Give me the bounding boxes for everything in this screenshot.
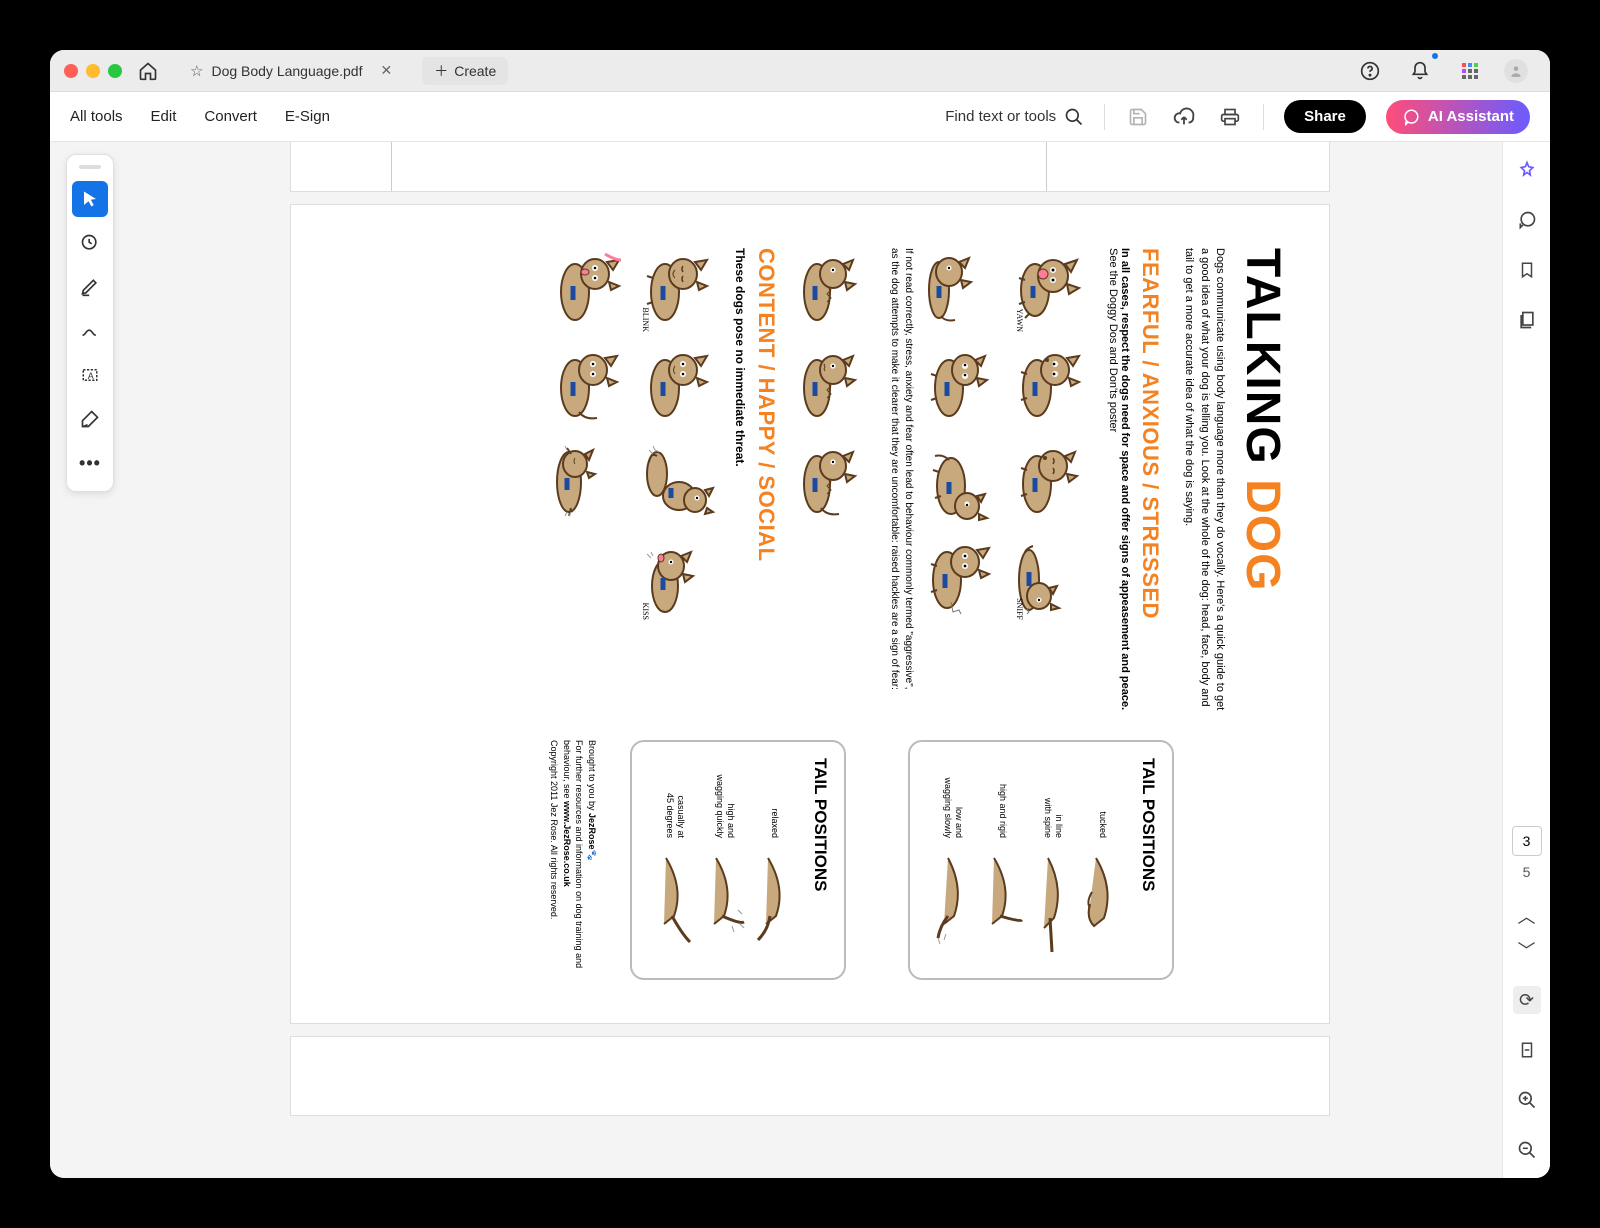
save-icon[interactable] (1125, 104, 1151, 130)
ai-chat-icon (1402, 108, 1420, 126)
panel-pages-icon[interactable] (1513, 306, 1541, 334)
page-content: TALKING DOG Dogs communicate using body … (290, 204, 1330, 1024)
close-window-button[interactable] (64, 64, 78, 78)
titlebar: ☆ Dog Body Language.pdf ✕ ＋ Create (50, 50, 1550, 92)
label-kiss: KISS (641, 603, 650, 620)
traffic-lights (64, 64, 122, 78)
notifications-icon[interactable] (1404, 55, 1436, 87)
plus-icon: ＋ (434, 61, 448, 81)
intro-text: Dogs communicate using body language mor… (1181, 248, 1227, 718)
create-button[interactable]: ＋ Create (422, 57, 508, 85)
find-label: Find text or tools (945, 108, 1056, 125)
right-rail: 3 5 ︿ ﹀ ⟳ (1502, 142, 1550, 1178)
panel-bookmark-icon[interactable] (1513, 256, 1541, 284)
happy-row-2 (553, 248, 633, 720)
page-down-button[interactable]: ﹀ (1513, 936, 1541, 964)
panel-comment-icon[interactable] (1513, 206, 1541, 234)
ai-assistant-button[interactable]: AI Assistant (1386, 100, 1530, 134)
main-area: A ••• 3 5 ︿ ﹀ ⟳ (50, 142, 1550, 1178)
fearful-caption: If not read correctly, stress, anxiety a… (887, 248, 915, 698)
profile-avatar[interactable] (1504, 59, 1528, 83)
document-viewport[interactable]: TALKING DOG Dogs communicate using body … (50, 142, 1550, 1178)
search-icon (1064, 107, 1084, 127)
tail-positions-happy: TAIL POSITIONS relaxed high and wagging … (630, 740, 846, 980)
pdf-page: TALKING DOG Dogs communicate using body … (290, 204, 1330, 1024)
maximize-window-button[interactable] (108, 64, 122, 78)
cloud-upload-icon[interactable] (1171, 104, 1197, 130)
select-tool[interactable] (72, 181, 108, 217)
next-page-edge (290, 1036, 1330, 1116)
draw-tool[interactable] (72, 313, 108, 349)
label-sniff: SNIFF (1015, 598, 1024, 620)
print-icon[interactable] (1217, 104, 1243, 130)
apps-icon[interactable] (1454, 55, 1486, 87)
page-current[interactable]: 3 (1512, 826, 1542, 856)
comment-tool[interactable] (72, 225, 108, 261)
highlight-tool[interactable] (72, 269, 108, 305)
label-blink: BLINK (641, 308, 650, 332)
help-icon[interactable] (1354, 55, 1386, 87)
menu-convert[interactable]: Convert (204, 108, 257, 125)
label-yawn: YAWN (1015, 309, 1024, 332)
toolbar: All tools Edit Convert E-Sign Find text … (50, 92, 1550, 142)
document-tab[interactable]: ☆ Dog Body Language.pdf ✕ (180, 58, 402, 84)
fearful-row-2 (927, 248, 1007, 720)
fearful-row-3 (797, 248, 877, 720)
tail-positions-stressed: TAIL POSITIONS tucked in line with spine… (908, 740, 1174, 980)
menu-all-tools[interactable]: All tools (70, 108, 123, 125)
prev-page-edge (290, 142, 1330, 192)
fit-width-icon[interactable] (1513, 1036, 1541, 1064)
section-fearful-note: In all cases, respect the dogs need for … (1107, 248, 1131, 718)
more-tools[interactable]: ••• (72, 445, 108, 481)
doc-title: TALKING DOG (1235, 248, 1290, 720)
menu-edit[interactable]: Edit (151, 108, 177, 125)
find-tool[interactable]: Find text or tools (945, 107, 1084, 127)
section-content-title: CONTENT / HAPPY / SOCIAL (753, 248, 779, 720)
tab-title: Dog Body Language.pdf (211, 63, 362, 79)
section-fearful-title: FEARFUL / ANXIOUS / STRESSED (1137, 248, 1163, 720)
share-button[interactable]: Share (1284, 100, 1366, 133)
credits: Brought to you by JezRose🐾 For further r… (548, 740, 598, 980)
zoom-in-icon[interactable] (1513, 1086, 1541, 1114)
menu-left: All tools Edit Convert E-Sign (70, 108, 330, 125)
section-content-sub: These dogs pose no immediate threat. (733, 248, 747, 720)
tail-title-1: TAIL POSITIONS (1138, 758, 1158, 962)
menu-esign[interactable]: E-Sign (285, 108, 330, 125)
home-button[interactable] (132, 55, 164, 87)
tail-title-2: TAIL POSITIONS (810, 758, 830, 962)
minimize-window-button[interactable] (86, 64, 100, 78)
svg-text:A: A (88, 371, 94, 381)
page-total: 5 (1523, 864, 1531, 880)
star-icon[interactable]: ☆ (190, 62, 203, 80)
happy-row-1: BLINK KISS (643, 248, 723, 720)
zoom-out-icon[interactable] (1513, 1136, 1541, 1164)
palette-grip[interactable] (79, 165, 101, 169)
text-box-tool[interactable]: A (72, 357, 108, 393)
rotate-button[interactable]: ⟳ (1513, 986, 1541, 1014)
app-window: ☆ Dog Body Language.pdf ✕ ＋ Create (50, 50, 1550, 1178)
close-tab-button[interactable]: ✕ (380, 62, 392, 79)
create-label: Create (454, 63, 496, 79)
titlebar-right (1354, 55, 1536, 87)
fearful-row-1: YAWN SNIFF (1017, 248, 1097, 720)
sign-tool[interactable] (72, 401, 108, 437)
page-up-button[interactable]: ︿ (1513, 902, 1541, 930)
left-tool-palette: A ••• (66, 154, 114, 492)
panel-ai-icon[interactable] (1513, 156, 1541, 184)
